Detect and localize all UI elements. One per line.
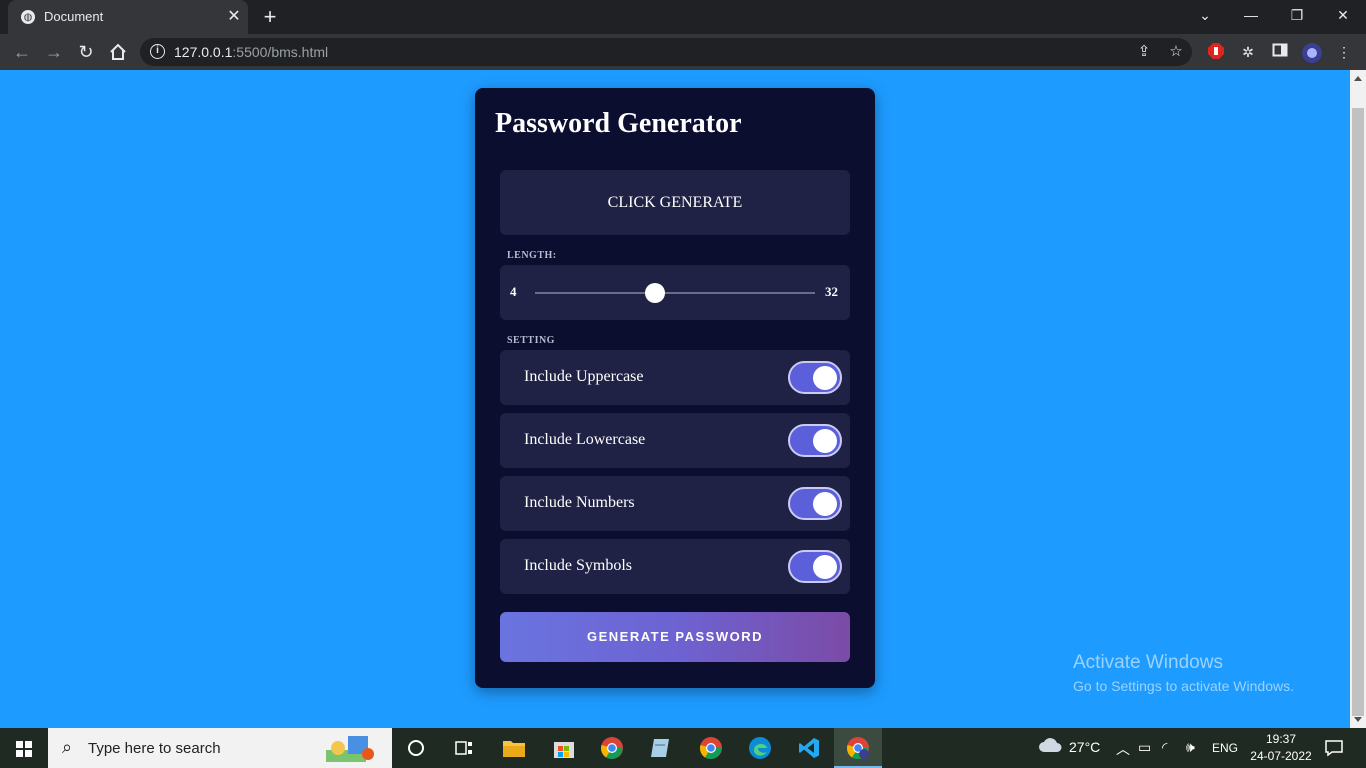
watermark-subtitle: Go to Settings to activate Windows. — [1073, 678, 1294, 694]
toggle-knob — [813, 492, 837, 516]
minimize-button[interactable]: — — [1236, 4, 1266, 26]
weather-cloud-icon[interactable] — [1038, 736, 1062, 757]
close-window-button[interactable]: ✕ — [1328, 4, 1358, 26]
profile-avatar[interactable] — [1301, 42, 1322, 63]
password-generator-card: Password Generator CLICK GENERATE LENGTH… — [475, 88, 875, 688]
language-indicator[interactable]: ENG — [1212, 741, 1238, 755]
toggle-knob — [813, 366, 837, 390]
scroll-down-icon[interactable] — [1354, 717, 1362, 722]
generate-password-button[interactable]: GENERATE PASSWORD — [500, 612, 850, 662]
restore-button[interactable]: ❐ — [1282, 4, 1312, 26]
task-view-icon[interactable] — [450, 734, 478, 762]
notes-app-icon[interactable] — [646, 734, 674, 762]
watermark-title: Activate Windows — [1073, 652, 1223, 673]
new-tab-button[interactable]: + — [258, 4, 282, 30]
bookmark-star-icon[interactable]: ☆ — [1166, 42, 1186, 60]
side-panel-icon[interactable] — [1270, 42, 1290, 62]
page-scrollbar[interactable] — [1350, 70, 1366, 728]
reload-icon[interactable]: ↻ — [74, 40, 98, 64]
length-slider-track[interactable] — [535, 292, 815, 294]
home-icon[interactable] — [106, 40, 130, 64]
length-label: LENGTH: — [507, 250, 557, 261]
setting-label: SETTING — [507, 335, 555, 346]
taskbar-search-box[interactable]: ⌕ Type here to search — [48, 728, 392, 768]
clock-time: 19:37 — [1265, 732, 1297, 746]
option-label: Include Lowercase — [524, 431, 646, 448]
tab-close-icon[interactable]: ✕ — [225, 7, 243, 27]
option-label: Include Uppercase — [524, 368, 644, 385]
chrome-icon[interactable] — [598, 734, 626, 762]
password-result[interactable]: CLICK GENERATE — [500, 170, 850, 235]
back-icon[interactable]: ← — [10, 40, 34, 64]
search-placeholder: Type here to search — [88, 740, 221, 757]
edge-icon[interactable] — [746, 734, 774, 762]
chrome-active-icon[interactable] — [844, 734, 872, 762]
page-title: Password Generator — [495, 108, 742, 139]
globe-icon: ◍ — [21, 10, 35, 24]
browser-titlebar: ◍ Document ✕ + ⌄ — ❐ ✕ — [0, 0, 1366, 34]
wifi-icon[interactable]: ◜ — [1162, 739, 1167, 756]
store-icon[interactable] — [550, 734, 578, 762]
clock-date: 24-07-2022 — [1250, 749, 1312, 763]
toggle-knob — [813, 555, 837, 579]
extensions-puzzle-icon[interactable]: ✲ — [1238, 42, 1258, 62]
url-text: 127.0.0.1:5500/bms.html — [174, 44, 329, 60]
windows-logo-icon — [16, 741, 32, 757]
chrome-icon-2[interactable] — [697, 734, 725, 762]
vscode-icon[interactable] — [795, 734, 823, 762]
address-bar[interactable]: i 127.0.0.1:5500/bms.html ⇪ ☆ — [140, 38, 1192, 66]
option-label: Include Numbers — [524, 494, 635, 511]
symbols-toggle[interactable] — [788, 550, 842, 583]
toggle-knob — [813, 429, 837, 453]
option-numbers: Include Numbers — [500, 476, 850, 531]
uppercase-toggle[interactable] — [788, 361, 842, 394]
browser-toolbar: ← → ↻ i 127.0.0.1:5500/bms.html ⇪ ☆ ✲ ⋮ — [0, 34, 1366, 70]
temperature-text[interactable]: 27°C — [1069, 739, 1100, 755]
volume-icon[interactable]: 🕪 — [1186, 739, 1195, 756]
show-hidden-icons-icon[interactable]: ︿ — [1116, 739, 1130, 759]
adblock-extension-icon[interactable] — [1206, 42, 1226, 62]
scrollbar-thumb[interactable] — [1352, 108, 1364, 716]
length-slider-thumb[interactable] — [645, 283, 666, 303]
numbers-toggle[interactable] — [788, 487, 842, 520]
option-label: Include Symbols — [524, 557, 632, 574]
file-explorer-icon[interactable] — [500, 734, 528, 762]
notifications-icon[interactable] — [1320, 734, 1348, 762]
tab-title: Document — [44, 9, 104, 24]
search-highlight-icon — [326, 736, 374, 762]
length-max: 32 — [825, 284, 838, 299]
forward-icon[interactable]: → — [42, 40, 66, 64]
search-icon: ⌕ — [62, 737, 73, 757]
option-symbols: Include Symbols — [500, 539, 850, 594]
browser-tab[interactable]: ◍ Document ✕ — [8, 0, 248, 34]
battery-icon[interactable]: ▭ — [1138, 739, 1151, 756]
length-slider-panel: 4 32 — [500, 265, 850, 320]
start-button[interactable] — [0, 728, 48, 768]
site-info-icon[interactable]: i — [150, 44, 165, 59]
windows-taskbar: ⌕ Type here to search 27°C ︿ ▭ ◜ 🕪 ENG 1… — [0, 728, 1366, 768]
clock[interactable]: 19:37 24-07-2022 — [1250, 731, 1312, 765]
tab-search-icon[interactable]: ⌄ — [1190, 4, 1220, 26]
option-lowercase: Include Lowercase — [500, 413, 850, 468]
browser-menu-icon[interactable]: ⋮ — [1334, 42, 1354, 62]
length-min: 4 — [510, 284, 517, 299]
lowercase-toggle[interactable] — [788, 424, 842, 457]
activate-windows-watermark: Activate Windows Go to Settings to activ… — [1073, 652, 1294, 694]
cortana-icon[interactable] — [402, 734, 430, 762]
share-icon[interactable]: ⇪ — [1134, 42, 1154, 60]
scroll-up-icon[interactable] — [1354, 76, 1362, 81]
option-uppercase: Include Uppercase — [500, 350, 850, 405]
